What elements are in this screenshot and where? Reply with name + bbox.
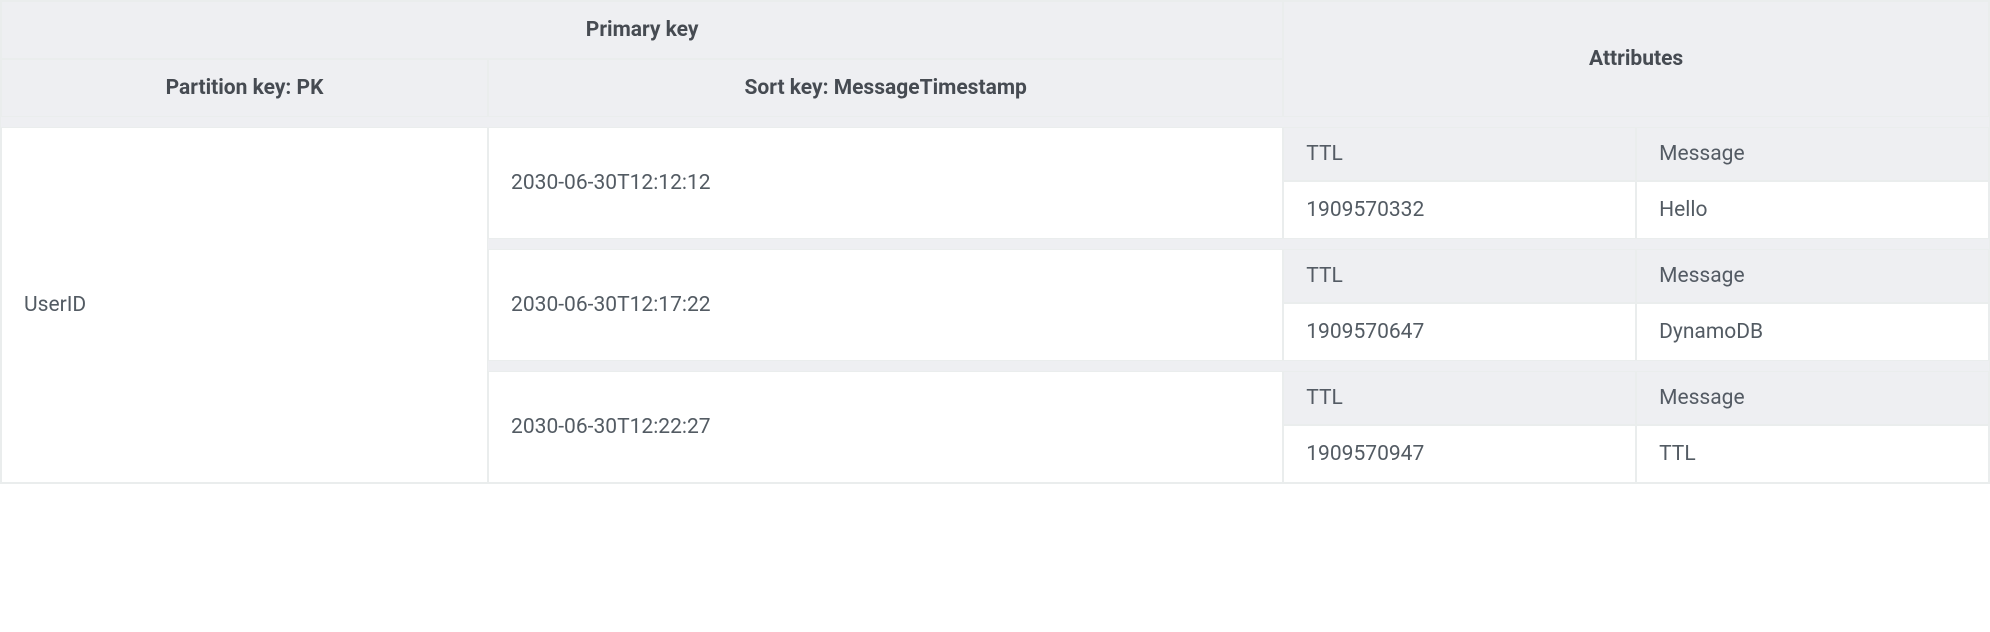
primary-key-header: Primary key <box>1 1 1283 59</box>
partition-key-cell: UserID <box>1 127 488 483</box>
sort-key-cell: 2030-06-30T12:17:22 <box>488 249 1283 361</box>
sort-key-cell: 2030-06-30T12:22:27 <box>488 371 1283 483</box>
attr-value-cell: Hello <box>1636 181 1989 239</box>
attr-header-cell: Message <box>1636 127 1989 181</box>
dynamodb-table: Primary key Attributes Partition key: PK… <box>0 0 1990 484</box>
header-row-1: Primary key Attributes <box>1 1 1989 59</box>
partition-key-header: Partition key: PK <box>1 59 488 117</box>
attr-value-cell: DynamoDB <box>1636 303 1989 361</box>
sort-key-header: Sort key: MessageTimestamp <box>488 59 1283 117</box>
row-gap <box>1 117 1989 127</box>
attr-value-cell: TTL <box>1636 425 1989 483</box>
attr-header-cell: TTL <box>1283 127 1636 181</box>
attr-value-cell: 1909570647 <box>1283 303 1636 361</box>
attr-header-cell: Message <box>1636 371 1989 425</box>
attr-value-cell: 1909570947 <box>1283 425 1636 483</box>
attr-value-cell: 1909570332 <box>1283 181 1636 239</box>
attributes-header: Attributes <box>1283 1 1989 117</box>
attr-header-cell: TTL <box>1283 249 1636 303</box>
table-row: UserID 2030-06-30T12:12:12 TTL Message <box>1 127 1989 181</box>
sort-key-cell: 2030-06-30T12:12:12 <box>488 127 1283 239</box>
attr-header-cell: Message <box>1636 249 1989 303</box>
data-table: Primary key Attributes Partition key: PK… <box>1 1 1989 483</box>
attr-header-cell: TTL <box>1283 371 1636 425</box>
